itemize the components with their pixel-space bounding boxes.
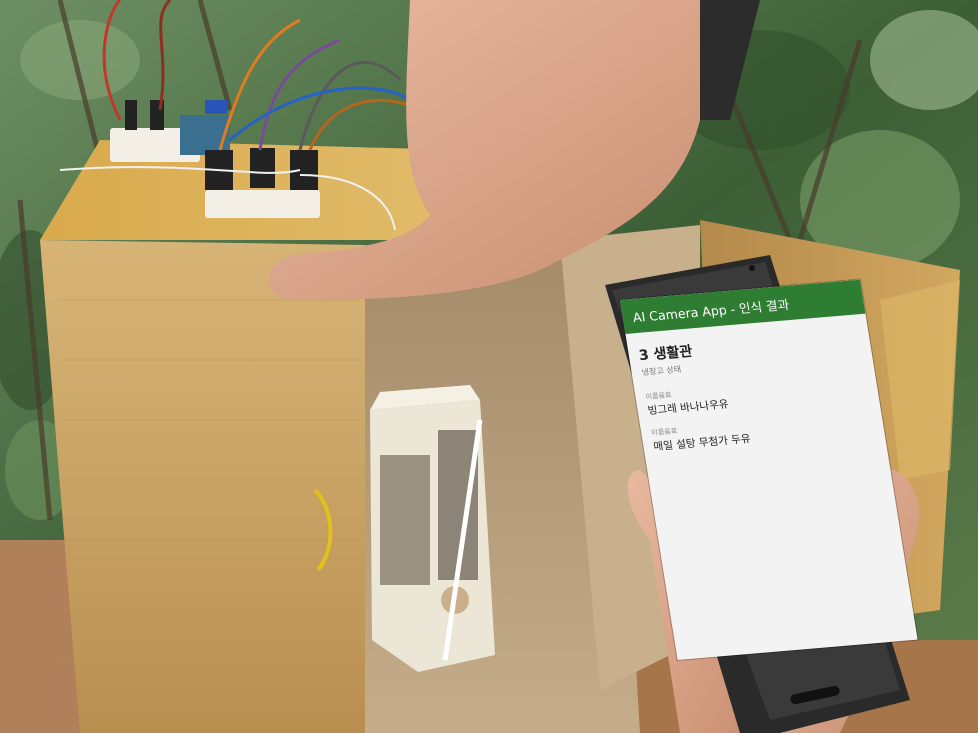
soy-milk-carton xyxy=(370,385,495,672)
box-front-panel xyxy=(40,240,365,733)
photo-scene: AI Camera App - 인식 결과 3 생활관 냉장고 상태 이름음료 … xyxy=(0,0,978,733)
app-title: AI Camera App - 인식 결과 xyxy=(631,296,791,325)
app-body: 3 생활관 냉장고 상태 이름음료 빙그레 바나나우유 이름음료 매일 설탕 무… xyxy=(625,314,888,475)
list-item[interactable]: 이름음료 매일 설탕 무첨가 두유 xyxy=(651,409,875,454)
